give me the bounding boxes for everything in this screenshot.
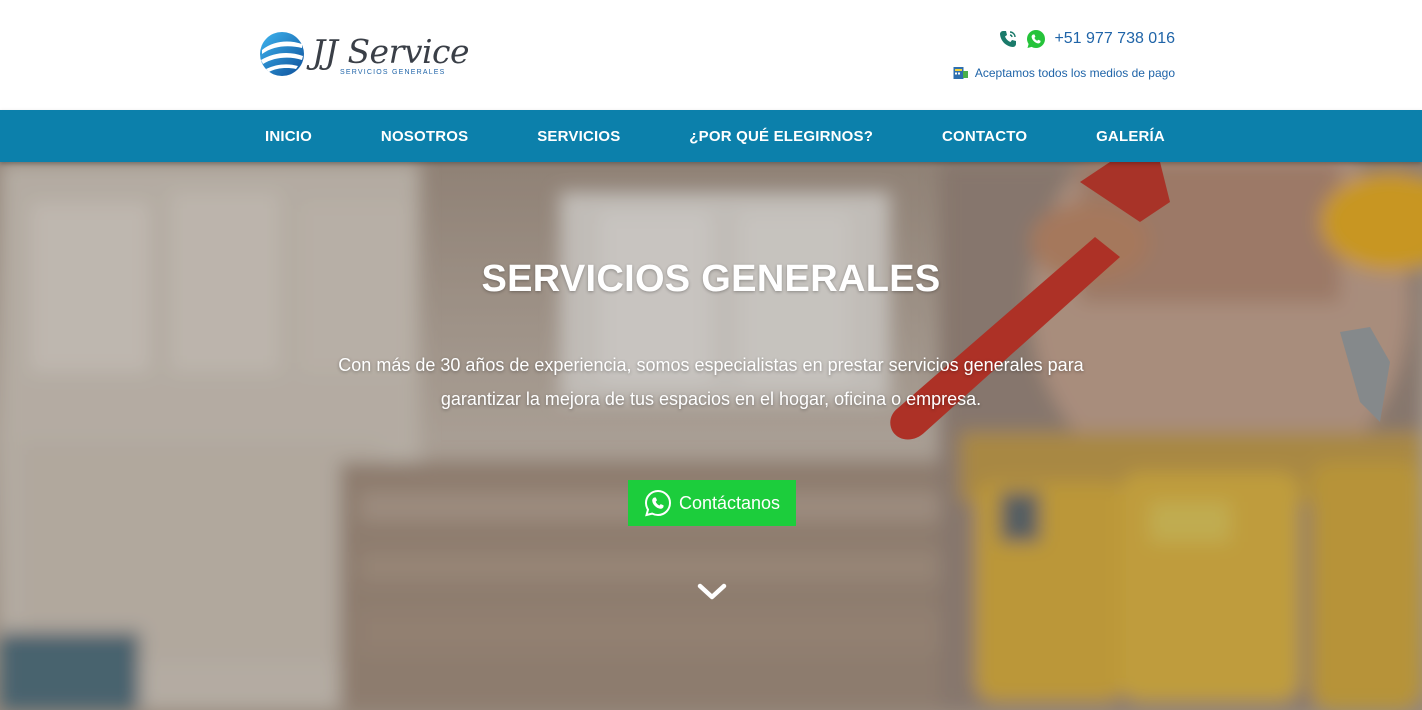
nav-item-servicios[interactable]: SERVICIOS	[537, 128, 620, 145]
phone-row[interactable]: +51 977 738 016	[998, 28, 1175, 50]
logo-subtitle: SERVICIOS GENERALES	[340, 69, 446, 76]
payment-card-icon	[953, 67, 968, 79]
payment-row: Aceptamos todos los medios de pago	[953, 64, 1175, 82]
hero-section: SERVICIOS GENERALES Con más de 30 años d…	[0, 162, 1422, 710]
main-navigation: INICIO NOSOTROS SERVICIOS ¿POR QUÉ ELEGI…	[0, 110, 1422, 162]
whatsapp-icon	[644, 489, 671, 517]
contact-button-label: Contáctanos	[678, 492, 781, 513]
site-header: JJ Service SERVICIOS GENERALES +51 977 7…	[0, 0, 1422, 110]
header-contact: +51 977 738 016 Aceptamos todos los medi…	[915, 28, 1175, 84]
phone-number[interactable]: +51 977 738 016	[1054, 30, 1175, 48]
nav-item-nosotros[interactable]: NOSOTROS	[381, 128, 468, 145]
chevron-down-icon[interactable]	[697, 581, 727, 603]
nav-item-galeria[interactable]: GALERÍA	[1096, 128, 1165, 145]
site-logo[interactable]: JJ Service SERVICIOS GENERALES	[258, 26, 470, 82]
contact-whatsapp-button[interactable]: Contáctanos	[628, 480, 796, 526]
hero-overlay	[0, 162, 1422, 710]
nav-item-inicio[interactable]: INICIO	[265, 128, 312, 145]
logo-title: JJ Service	[312, 32, 470, 71]
nav-menu: INICIO NOSOTROS SERVICIOS ¿POR QUÉ ELEGI…	[265, 110, 1165, 162]
hero-description: Con más de 30 años de experiencia, somos…	[338, 355, 1084, 409]
nav-item-por-que-elegirnos[interactable]: ¿POR QUÉ ELEGIRNOS?	[689, 128, 873, 145]
phone-icon	[1000, 31, 1017, 47]
logo-text: JJ Service SERVICIOS GENERALES	[312, 26, 470, 82]
hero-title: SERVICIOS GENERALES	[481, 258, 941, 300]
payment-methods-text: Aceptamos todos los medios de pago	[974, 66, 1175, 80]
nav-item-contacto[interactable]: CONTACTO	[942, 128, 1027, 145]
globe-logo-icon	[260, 32, 304, 76]
whatsapp-icon	[1027, 30, 1046, 48]
